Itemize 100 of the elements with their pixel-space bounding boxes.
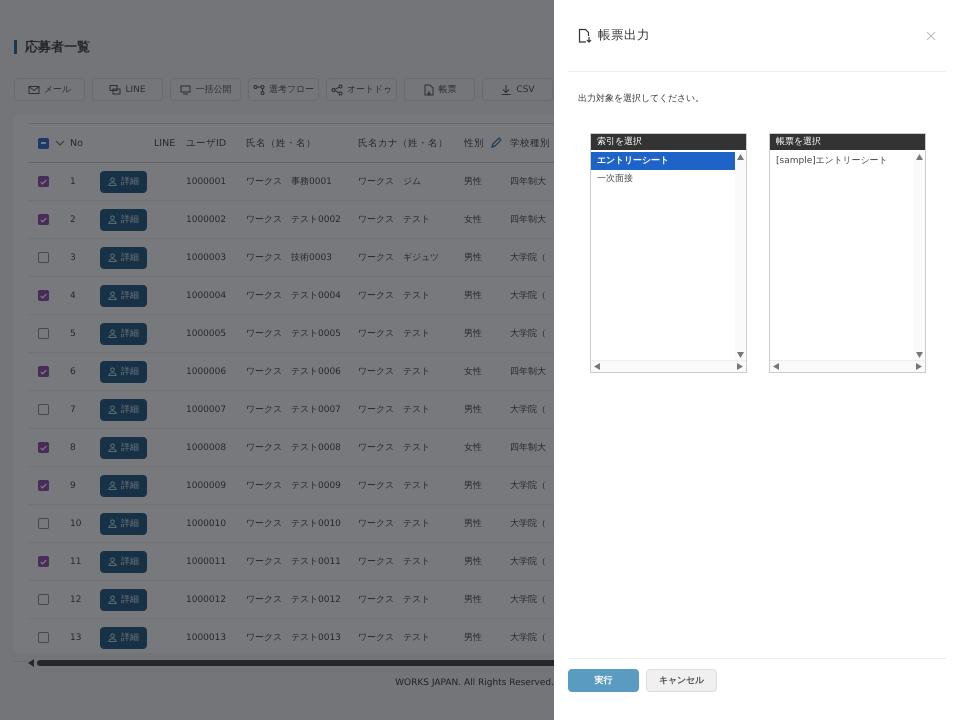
document-icon [422, 84, 434, 96]
table-cell-text: 1000009 [186, 480, 228, 490]
table-cell-text: 男性 [464, 176, 483, 188]
download-icon [500, 84, 512, 96]
close-icon[interactable] [926, 30, 936, 40]
person-icon [108, 215, 117, 224]
table-cell-text: ワークス テスト0006 [246, 366, 342, 378]
column-header: No [70, 138, 84, 148]
toolbar-button[interactable]: メール [14, 78, 85, 101]
cancel-button[interactable]: キャンセル [646, 669, 717, 692]
detail-button[interactable]: 詳細 [100, 208, 147, 230]
table-cell-text: 男性 [464, 252, 483, 264]
detail-button[interactable]: 詳細 [100, 398, 147, 420]
horizontal-scrollbar[interactable] [591, 360, 746, 372]
row-checkbox[interactable] [38, 632, 49, 643]
list-option[interactable]: [sample]エントリーシート [770, 152, 914, 170]
table-cell-text: ワークス テスト [358, 404, 431, 416]
row-checkbox[interactable] [38, 594, 49, 605]
person-icon [108, 177, 117, 186]
column-header: 性別 [464, 136, 484, 150]
row-checkbox[interactable] [38, 366, 49, 377]
scroll-down-icon[interactable] [737, 352, 744, 358]
chat-icon [109, 84, 122, 96]
list-option[interactable]: 一次面接 [591, 170, 735, 188]
table-cell-text: 1000008 [186, 442, 228, 452]
scroll-left-icon[interactable] [28, 659, 34, 667]
table-cell-text: ワークス テスト0008 [246, 442, 342, 454]
scroll-left-icon[interactable] [773, 363, 779, 370]
scroll-left-icon[interactable] [594, 363, 600, 370]
table-cell-text: 2 [70, 214, 77, 224]
row-checkbox[interactable] [38, 214, 49, 225]
table-cell-text: 男性 [464, 290, 483, 302]
vertical-scrollbar[interactable] [914, 152, 925, 360]
list-header: 帳票を選択 [770, 134, 925, 150]
row-checkbox[interactable] [38, 442, 49, 453]
table-cell-text: 1000004 [186, 290, 228, 300]
detail-button[interactable]: 詳細 [100, 170, 147, 192]
table-cell-text: ワークス テスト [358, 442, 431, 454]
scroll-down-icon[interactable] [916, 352, 923, 358]
toolbar-button[interactable]: CSV [482, 78, 553, 101]
toolbar-button[interactable]: 選考フロー [248, 78, 319, 101]
scroll-right-icon[interactable] [737, 363, 743, 370]
scroll-up-icon[interactable] [916, 154, 923, 160]
table-cell-text: 大学院（ [510, 290, 547, 302]
detail-button[interactable]: 詳細 [100, 626, 147, 648]
detail-button[interactable]: 詳細 [100, 436, 147, 458]
scroll-up-icon[interactable] [737, 154, 744, 160]
row-checkbox[interactable] [38, 404, 49, 415]
detail-button[interactable]: 詳細 [100, 246, 147, 268]
row-checkbox[interactable] [38, 480, 49, 491]
row-checkbox[interactable] [38, 518, 49, 529]
detail-button[interactable]: 詳細 [100, 284, 147, 306]
mail-icon [28, 84, 40, 96]
person-icon [108, 291, 117, 300]
column-header: 学校種別 [510, 136, 551, 150]
row-checkbox[interactable] [38, 176, 49, 187]
detail-button[interactable]: 詳細 [100, 322, 147, 344]
column-header: ユーザID [186, 136, 228, 150]
table-cell-text: 11 [70, 556, 82, 566]
column-header: LINE [154, 138, 176, 148]
page-title: 応募者一覧 [25, 38, 90, 56]
table-cell-text: 1000012 [186, 594, 228, 604]
column-header: 氏名カナ（姓・名） [358, 136, 449, 150]
scrollbar-thumb[interactable] [37, 660, 554, 666]
person-icon [108, 253, 117, 262]
scroll-right-icon[interactable] [916, 363, 922, 370]
table-cell-text: ワークス テスト [358, 632, 431, 644]
table-cell-text: 大学院（ [510, 556, 547, 568]
table-cell-text: ワークス テスト0005 [246, 328, 342, 340]
toolbar-button[interactable]: オートドゥ [326, 78, 397, 101]
row-checkbox[interactable] [38, 328, 49, 339]
detail-button[interactable]: 詳細 [100, 360, 147, 382]
toolbar-button[interactable]: 帳票 [404, 78, 475, 101]
copyright-text: WORKS JAPAN. All Rights Reserved. [395, 678, 554, 688]
table-cell-text: ワークス テスト [358, 480, 431, 492]
chevron-down-icon[interactable] [55, 140, 65, 146]
detail-button[interactable]: 詳細 [100, 474, 147, 496]
detail-button[interactable]: 詳細 [100, 588, 147, 610]
person-icon [108, 633, 117, 642]
table-cell-text: 1000001 [186, 176, 228, 186]
table-cell-text: 1000013 [186, 632, 228, 642]
table-cell-text: 1000006 [186, 366, 228, 376]
detail-button[interactable]: 詳細 [100, 550, 147, 572]
share-icon [331, 84, 343, 96]
vertical-scrollbar[interactable] [735, 152, 746, 360]
table-cell-text: 大学院（ [510, 252, 547, 264]
detail-button[interactable]: 詳細 [100, 512, 147, 534]
row-checkbox[interactable] [38, 252, 49, 263]
select-all-checkbox[interactable] [38, 138, 49, 148]
row-checkbox[interactable] [38, 290, 49, 301]
toolbar-button[interactable]: LINE [92, 78, 163, 101]
list-option[interactable]: エントリーシート [591, 152, 735, 170]
pencil-icon[interactable] [490, 137, 502, 149]
person-icon [108, 329, 117, 338]
table-cell-text: ワークス 技術0003 [246, 252, 333, 264]
row-checkbox[interactable] [38, 556, 49, 567]
table-cell-text: ワークス ギジュツ [358, 252, 440, 264]
horizontal-scrollbar[interactable] [770, 360, 925, 372]
execute-button[interactable]: 実行 [568, 669, 639, 692]
table-cell-text: 13 [70, 632, 82, 642]
